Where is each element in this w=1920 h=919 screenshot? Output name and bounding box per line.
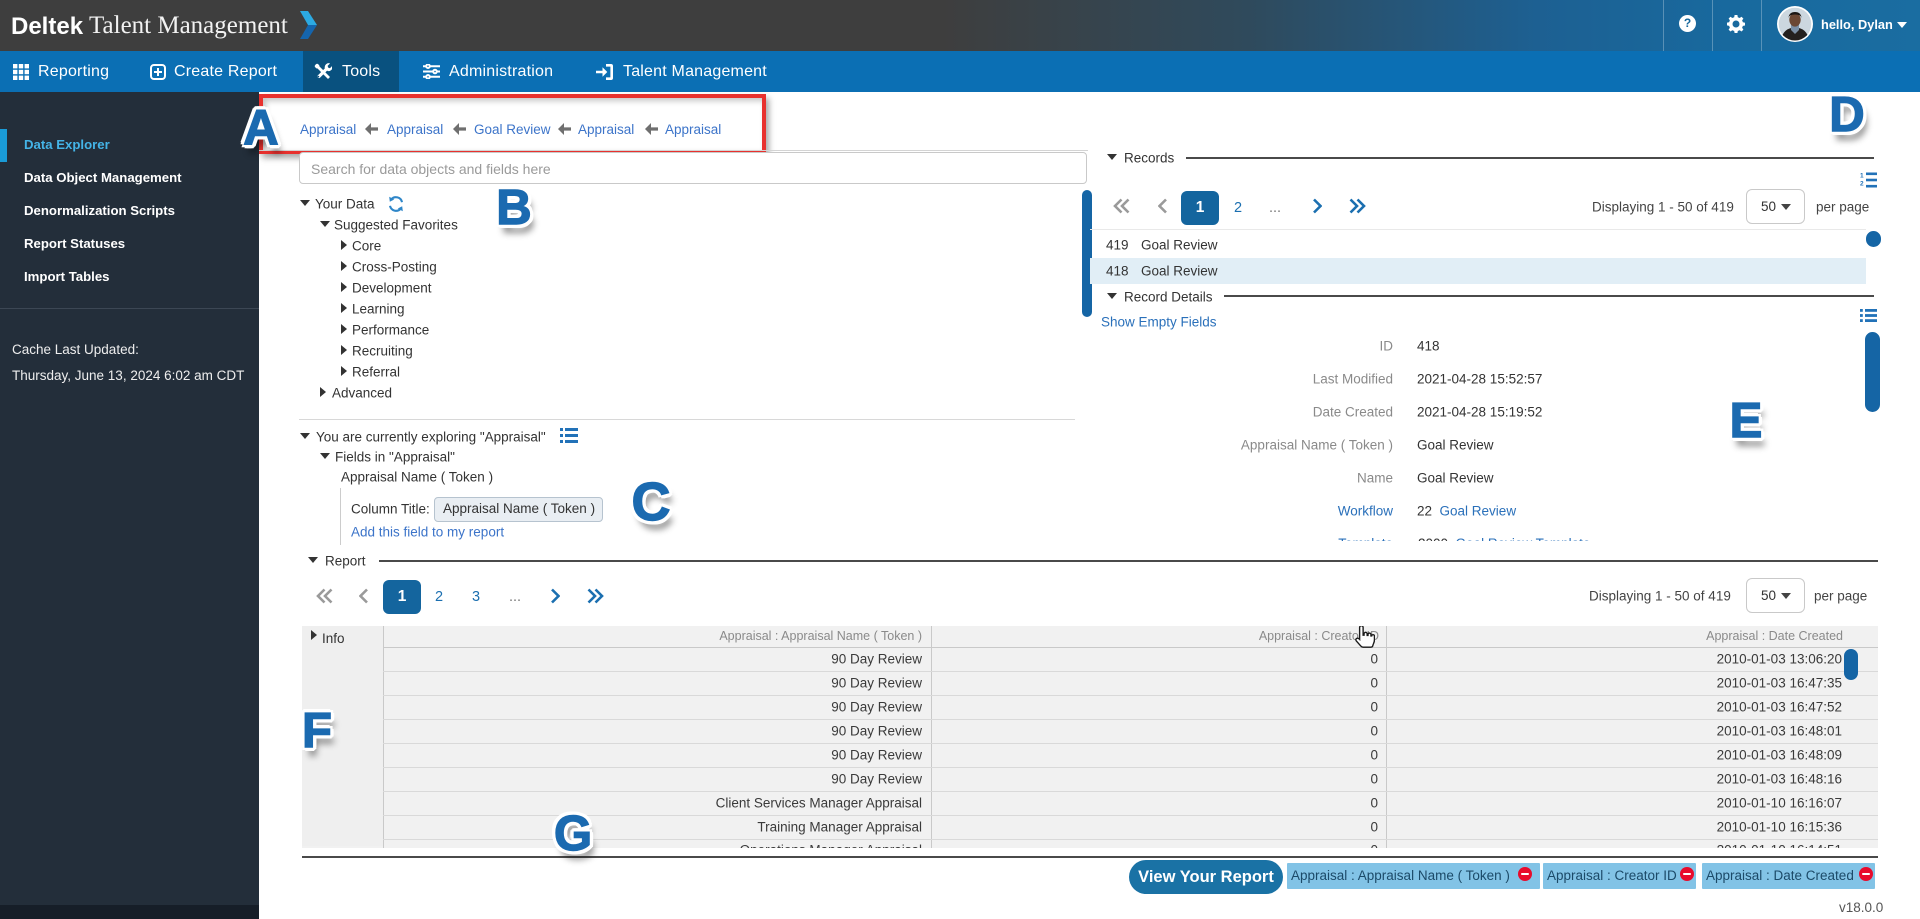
svg-text:2: 2: [1860, 181, 1864, 188]
svg-text:1: 1: [1860, 173, 1864, 180]
